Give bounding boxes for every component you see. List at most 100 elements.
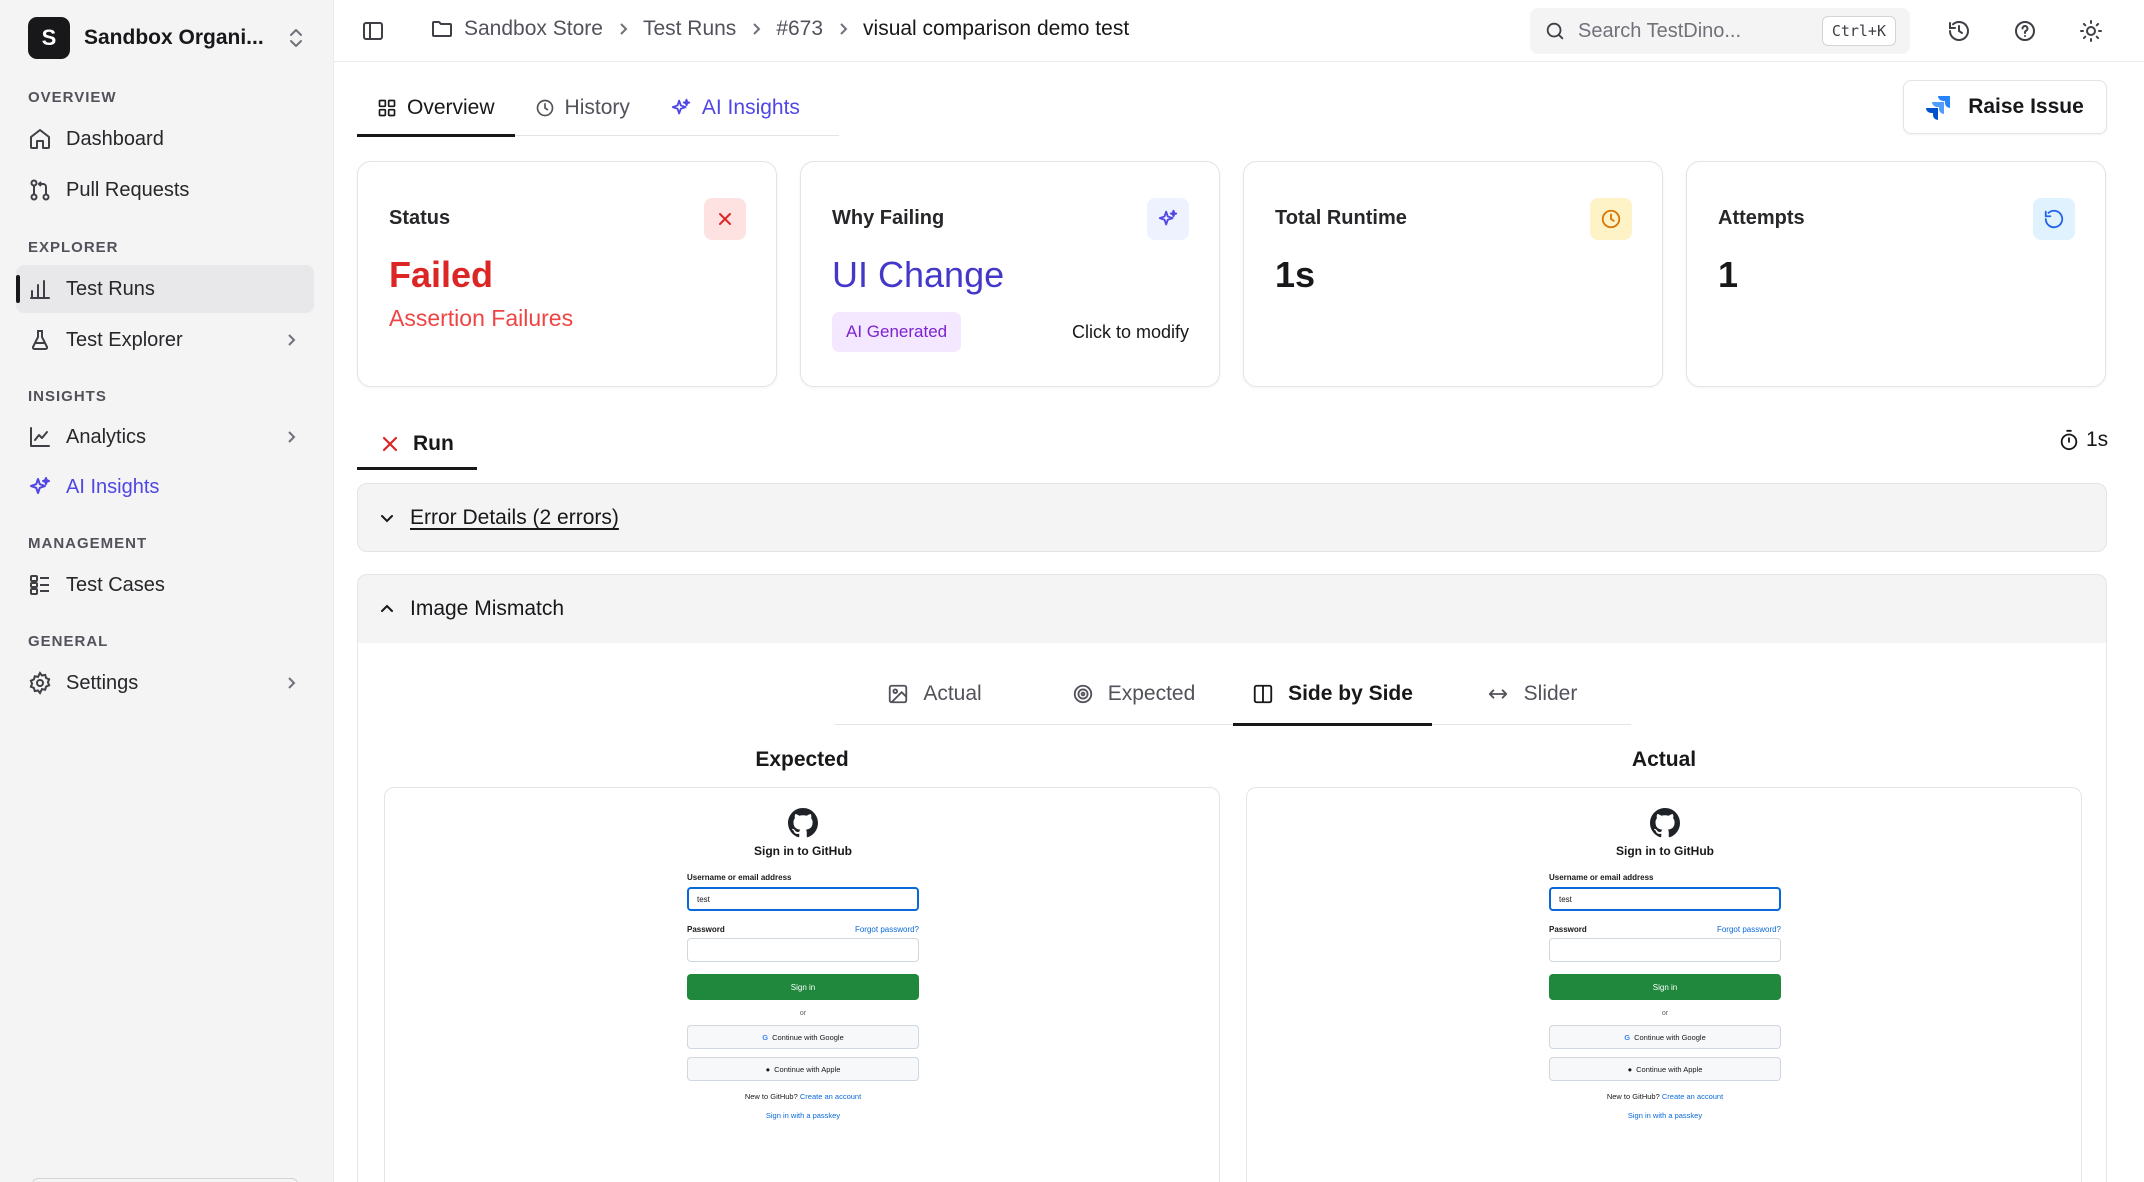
runtime-value: 1s [1275, 254, 1316, 295]
username-label: Username or email address [687, 873, 792, 882]
github-signin-page: Sign in to GitHub Username or email addr… [687, 808, 919, 1120]
sidebar-item-settings[interactable]: Settings [16, 659, 314, 707]
sidebar: S Sandbox Organi... OVERVIEW Dashboard P… [0, 0, 334, 1182]
jira-icon [1926, 94, 1952, 120]
sun-icon[interactable] [2076, 16, 2106, 46]
error-details-header[interactable]: Error Details (2 errors) [358, 484, 2106, 552]
tab-label: Expected [1107, 682, 1196, 705]
search-input[interactable]: Search TestDino... Ctrl+K [1530, 8, 1910, 54]
chevron-up-icon [378, 600, 396, 618]
apple-label: Continue with Apple [774, 1064, 841, 1074]
create-account-link: Create an account [1661, 1092, 1724, 1101]
failure-reason[interactable]: UI Change [832, 254, 1004, 296]
create-account-link: Create an account [799, 1092, 862, 1101]
forgot-password-link: Forgot password? [1716, 925, 1781, 934]
sidebar-item-test-cases[interactable]: Test Cases [16, 561, 314, 609]
username-label: Username or email address [1549, 873, 1654, 882]
sidebar-footer-edge [32, 1178, 298, 1182]
sidebar-item-analytics[interactable]: Analytics [16, 413, 314, 461]
sidebar-item-test-runs[interactable]: Test Runs [16, 265, 314, 313]
tab-expected[interactable]: Expected [1034, 663, 1233, 725]
tab-label: Slider [1523, 682, 1578, 705]
clock-icon [535, 98, 555, 118]
sparkles-icon [1147, 198, 1189, 240]
sidebar-item-test-explorer[interactable]: Test Explorer [16, 316, 314, 364]
x-icon [704, 198, 746, 240]
tab-label: Overview [407, 96, 495, 119]
sidebar-toggle-icon[interactable] [358, 16, 388, 46]
new-text: New to GitHub? [744, 1092, 798, 1101]
search-shortcut: Ctrl+K [1821, 16, 1896, 46]
github-logo-icon [788, 808, 818, 838]
image-mismatch-panel: Image Mismatch Actual Expected Side by S… [357, 574, 2107, 1182]
breadcrumb-test-runs[interactable]: Test Runs [643, 17, 736, 41]
sidebar-item-dashboard[interactable]: Dashboard [16, 115, 314, 163]
flask-icon [28, 328, 52, 352]
actual-screenshot[interactable]: Sign in to GitHub Username or email addr… [1246, 787, 2082, 1182]
sidebar-item-ai-insights[interactable]: AI Insights [16, 463, 314, 511]
google-button: G Continue with Google [687, 1025, 919, 1049]
github-signin-page: Sign in to GitHub Username or email addr… [1549, 808, 1781, 1120]
click-to-modify-link[interactable]: Click to modify [1072, 322, 1189, 343]
tab-label: AI Insights [701, 96, 800, 119]
sidebar-item-label: Analytics [66, 425, 147, 448]
signup-line: New to GitHub? Create an account [687, 1092, 919, 1101]
tab-side-by-side[interactable]: Side by Side [1233, 663, 1432, 726]
or-divider: or [799, 1010, 807, 1017]
list-icon [28, 573, 52, 597]
raise-issue-label: Raise Issue [1968, 95, 2084, 118]
timer-icon [2058, 429, 2080, 451]
card-title: Attempts [1718, 207, 1805, 229]
chevrons-up-down-icon [286, 26, 306, 50]
sign-in-button: Sign in [687, 974, 919, 1000]
sparkles-icon [670, 97, 692, 119]
section-overview: OVERVIEW [28, 89, 117, 106]
or-divider: or [1661, 1010, 1669, 1017]
run-duration: 1s [2058, 428, 2108, 452]
image-mismatch-header[interactable]: Image Mismatch [358, 575, 2106, 643]
tab-run[interactable]: Run [357, 418, 477, 470]
tab-slider[interactable]: Slider [1432, 663, 1631, 725]
org-switcher[interactable]: S Sandbox Organi... [28, 16, 306, 60]
google-label: Continue with Google [772, 1032, 844, 1042]
password-field [687, 938, 919, 962]
status-value: Failed [389, 254, 494, 295]
card-title: Status [389, 207, 451, 229]
tab-history[interactable]: History [515, 80, 650, 136]
sidebar-item-label: AI Insights [66, 475, 160, 498]
breadcrumb: Sandbox Store Test Runs #673 visual comp… [430, 17, 1129, 41]
error-details-panel: Error Details (2 errors) [357, 483, 2107, 552]
actual-column-title: Actual [1631, 748, 1697, 771]
apple-label: Continue with Apple [1636, 1064, 1703, 1074]
ai-generated-badge: AI Generated [832, 312, 962, 352]
help-icon[interactable] [2010, 16, 2040, 46]
apple-icon: ● [1627, 1064, 1633, 1074]
breadcrumb-run-number[interactable]: #673 [776, 17, 823, 41]
run-tab-label: Run [413, 432, 454, 455]
passkey-link: Sign in with a passkey [765, 1111, 841, 1120]
expected-screenshot[interactable]: Sign in to GitHub Username or email addr… [384, 787, 1220, 1182]
status-card: Status Failed Assertion Failures [357, 161, 777, 387]
raise-issue-button[interactable]: Raise Issue [1903, 80, 2107, 134]
bar-chart-icon [28, 277, 52, 301]
password-label: Password [1549, 925, 1587, 934]
tab-actual[interactable]: Actual [835, 663, 1034, 725]
chevron-down-icon [378, 509, 396, 527]
apple-button: ● Continue with Apple [1549, 1057, 1781, 1081]
sidebar-item-label: Test Runs [66, 277, 155, 300]
google-icon: G [1624, 1032, 1631, 1042]
new-text: New to GitHub? [1606, 1092, 1660, 1101]
breadcrumb-sandbox-store[interactable]: Sandbox Store [464, 17, 603, 41]
card-title: Total Runtime [1275, 207, 1407, 229]
tab-overview[interactable]: Overview [357, 80, 515, 137]
sidebar-item-pull-requests[interactable]: Pull Requests [16, 166, 314, 214]
apple-icon: ● [765, 1064, 771, 1074]
sidebar-item-label: Test Cases [66, 573, 165, 596]
search-icon [1544, 20, 1566, 42]
tab-ai-insights[interactable]: AI Insights [650, 80, 820, 136]
tab-label: History [564, 96, 630, 119]
image-icon [887, 683, 909, 705]
history-icon[interactable] [1944, 16, 1974, 46]
folder-icon [430, 17, 454, 41]
why-failing-card: Why Failing UI Change AI Generated Click… [800, 161, 1220, 387]
